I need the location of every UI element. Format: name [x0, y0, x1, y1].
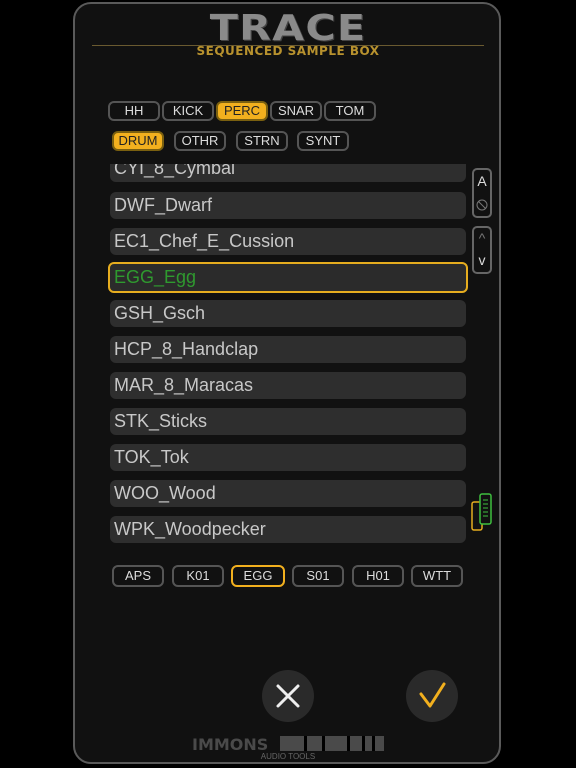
slot-label: APS [124, 568, 151, 583]
list-item[interactable]: WOO_Wood [110, 480, 466, 507]
list-item[interactable]: EC1_Chef_E_Cussion [110, 228, 466, 255]
app-subtitle: SEQUENCED SAMPLE BOX [196, 44, 380, 58]
list-item[interactable]: GSH_Gsch [110, 300, 466, 327]
tab-othr[interactable]: OTHR [174, 131, 226, 151]
app-title: TRACE [209, 8, 367, 49]
list-item[interactable]: WPK_Woodpecker [110, 516, 466, 543]
tab-tom[interactable]: TOM [324, 101, 376, 121]
list-item[interactable]: DWF_Dwarf [110, 192, 466, 219]
slot-tab-k01[interactable]: K01 [172, 565, 224, 587]
tab-label: DRUM [118, 133, 158, 148]
close-icon [276, 684, 300, 708]
tab-label: OTHR [181, 133, 219, 148]
tab-synt[interactable]: SYNT [297, 131, 349, 151]
slot-label: H01 [366, 568, 390, 583]
list-item[interactable]: HCP_8_Handclap [110, 336, 466, 363]
list-item[interactable]: TOK_Tok [110, 444, 466, 471]
slot-label: K01 [186, 568, 210, 583]
list-item-selected[interactable]: EGG_Egg [108, 262, 468, 293]
brand-logo: IMMONS [192, 735, 384, 754]
list-item[interactable]: CYI_8_Cymbal [110, 164, 466, 182]
tab-label: SNAR [277, 103, 315, 118]
slot-label: S01 [306, 568, 330, 583]
slot-tab-wtt[interactable]: WTT [411, 565, 463, 587]
tab-hh[interactable]: HH [108, 101, 160, 121]
slot-label: EGG [243, 568, 273, 583]
tab-snar[interactable]: SNAR [270, 101, 322, 121]
tab-label: HH [124, 103, 144, 118]
slot-tab-aps[interactable]: APS [112, 565, 164, 587]
check-icon [419, 682, 446, 708]
sample-list[interactable]: CYI_8_Cymbal DWF_Dwarf EC1_Chef_E_Cussio… [108, 164, 468, 548]
tab-drum[interactable]: DRUM [112, 131, 164, 151]
cancel-button[interactable] [262, 670, 314, 722]
tab-label: KICK [172, 103, 204, 118]
tab-label: SYNT [305, 133, 341, 148]
confirm-button[interactable] [406, 670, 458, 722]
tab-label: TOM [335, 103, 365, 118]
clock-icon[interactable] [476, 196, 488, 211]
tab-perc[interactable]: PERC [216, 101, 268, 121]
alpha-sort-button[interactable]: A [474, 173, 490, 189]
slot-label: WTT [422, 568, 452, 583]
tab-strn[interactable]: STRN [236, 131, 288, 151]
list-item[interactable]: MAR_8_Maracas [110, 372, 466, 399]
brand-subtitle: AUDIO TOOLS [260, 752, 316, 761]
scroll-down-button[interactable]: v [474, 252, 490, 268]
scroll-up-button[interactable]: ^ [474, 230, 490, 246]
tab-label: PERC [223, 103, 261, 118]
list-item[interactable]: STK_Sticks [110, 408, 466, 435]
slot-tab-h01[interactable]: H01 [352, 565, 404, 587]
tab-label: STRN [244, 133, 280, 148]
scroll-control: ^ v [472, 226, 492, 274]
alpha-sort-control: A [472, 168, 492, 218]
scroll-position-indicator[interactable] [471, 492, 493, 532]
brand-logo-text: IMMONS [192, 735, 268, 752]
slot-tab-egg[interactable]: EGG [231, 565, 285, 587]
slot-tab-s01[interactable]: S01 [292, 565, 344, 587]
tab-kick[interactable]: KICK [162, 101, 214, 121]
